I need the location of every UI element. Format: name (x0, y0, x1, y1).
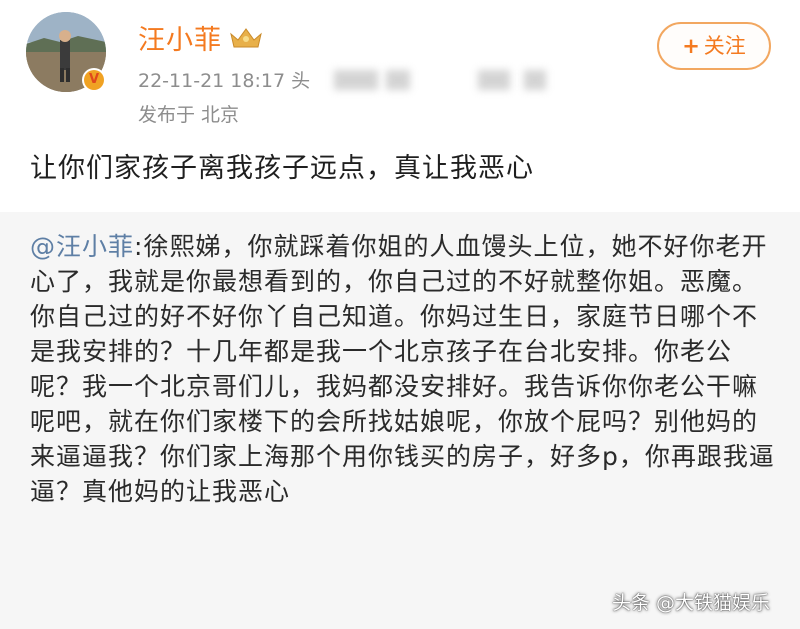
post-location: 发布于 北京 (138, 104, 240, 126)
weibo-post: V 汪小菲 22-11-21 18:17 头 发布于 北京 + 关注 让你们家孩子… (0, 0, 800, 629)
post-meta: 22-11-21 18:17 头 (138, 66, 310, 93)
blurred-source-text (524, 70, 546, 90)
watermark: 头条 @大铁猫娱乐 (612, 592, 771, 614)
follow-label: 关注 (703, 34, 746, 58)
plus-icon: + (682, 34, 700, 58)
follow-button[interactable]: + 关注 (657, 22, 771, 70)
post-text: 让你们家孩子离我孩子远点，真让我恶心 (30, 153, 534, 184)
blurred-source-text (478, 70, 510, 90)
post-source: 头 (291, 70, 311, 92)
blurred-source-text (386, 70, 410, 90)
repost-body: :徐熙娣，你就踩着你姐的人血馒头上位，她不好你老开心了，我就是你最想看到的，你自… (30, 232, 775, 506)
crown-icon (230, 28, 262, 48)
avatar-container[interactable]: V (26, 12, 108, 94)
repost-mention-link[interactable]: @汪小菲 (30, 232, 134, 261)
repost-content: @汪小菲:徐熙娣，你就踩着你姐的人血馒头上位，她不好你老开心了，我就是你最想看到… (30, 229, 780, 509)
post-timestamp: 22-11-21 18:17 (138, 70, 286, 92)
blurred-source-text (334, 70, 378, 90)
username[interactable]: 汪小菲 (138, 18, 222, 57)
verified-badge-icon: V (82, 68, 106, 92)
